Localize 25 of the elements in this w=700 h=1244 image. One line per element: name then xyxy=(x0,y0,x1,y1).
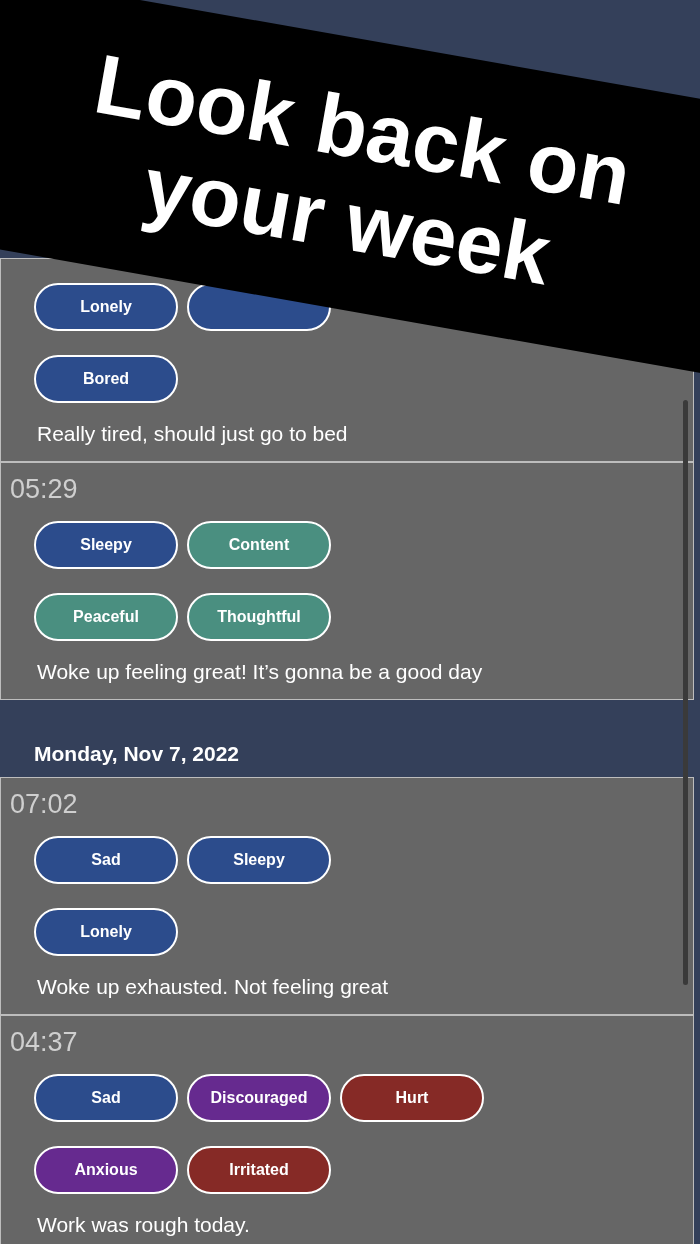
mood-tag: Irritated xyxy=(187,1146,331,1194)
entry-time: 05:29 xyxy=(9,473,79,505)
journal-entry[interactable]: 07:02 Sad Sleepy Lonely Woke up exhausted. Not feeling great xyxy=(0,777,694,1015)
entry-note: Woke up feeling great! It’s gonna be a good day xyxy=(36,659,484,685)
entry-time: 07:02 xyxy=(9,788,79,820)
mood-tag: Sleepy xyxy=(34,521,178,569)
mood-tag: Thoughtful xyxy=(187,593,331,641)
mood-tag: Lonely xyxy=(34,283,178,331)
journal-entry[interactable]: 05:29 Sleepy Content Peaceful Thoughtful Woke up feeling great! It’s gonna be a good day xyxy=(0,462,694,700)
journal-entry[interactable]: 04:37 Sad Discouraged Hurt Anxious Irritated Work was rough today. xyxy=(0,1015,694,1244)
mood-tag: Content xyxy=(187,521,331,569)
mood-tag: Anxious xyxy=(34,1146,178,1194)
mood-tag: Hurt xyxy=(340,1074,484,1122)
mood-tag: Bored xyxy=(34,355,178,403)
mood-tag: Sad xyxy=(34,836,178,884)
mood-tag: Lonely xyxy=(34,908,178,956)
mood-tag: Sleepy xyxy=(187,836,331,884)
mood-tag: Peaceful xyxy=(34,593,178,641)
mood-tag: Discouraged xyxy=(187,1074,331,1122)
entry-note: Work was rough today. xyxy=(36,1212,251,1238)
entry-time: 04:37 xyxy=(9,1026,79,1058)
mood-tag: Sad xyxy=(34,1074,178,1122)
entry-note: Really tired, should just go to bed xyxy=(36,421,349,447)
entry-note: Woke up exhausted. Not feeling great xyxy=(36,974,389,1000)
date-header: Monday, Nov 7, 2022 xyxy=(34,740,240,767)
